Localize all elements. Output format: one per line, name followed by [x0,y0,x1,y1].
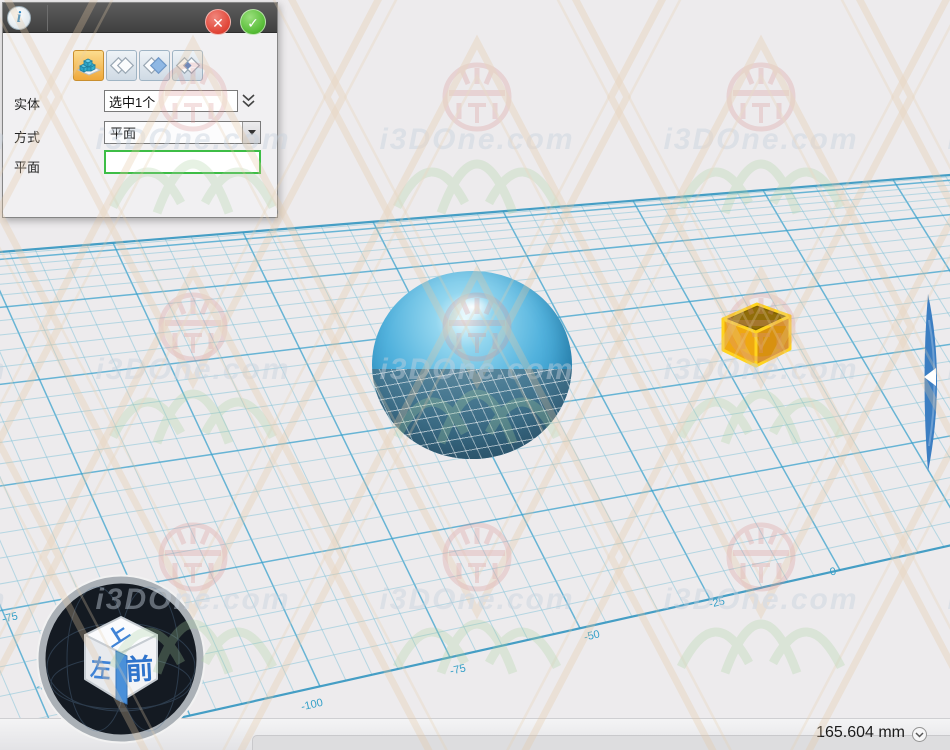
sphere-highlight [450,293,494,321]
dialog-header: i ✕ ✓ [3,3,277,33]
diamond-pair-dot-icon[interactable] [172,50,203,81]
measurement-readout: 165.604 mm [816,724,905,742]
diamond-pair-icon[interactable] [106,50,137,81]
method-dropdown-value: 平面 [105,123,242,142]
watermark-text: i3DOne.com [0,583,7,616]
axis-label: -75 [1,610,19,625]
watermark-text: i3DOne.com [663,123,858,156]
confirm-button[interactable]: ✓ [240,9,266,35]
seal-emblem [161,295,225,359]
mountains-mark [681,394,841,443]
mountains-mark [113,394,273,443]
cube-object[interactable] [712,296,802,376]
panel-flyout-tab[interactable] [916,290,948,476]
watermark-text: i3DOne.com [379,123,574,156]
view-navigation-cube[interactable]: 上 左 前 [33,571,209,747]
axis-label: -50 [583,628,601,643]
method-dropdown[interactable]: 平面 [104,121,261,144]
watermark-text: i3DOne.com [0,353,7,386]
header-separator [47,5,48,31]
cancel-button[interactable]: ✕ [205,9,231,35]
seal-emblem [445,525,509,589]
entity-input[interactable] [104,90,238,112]
diamond-pair-blue-icon[interactable] [139,50,170,81]
axis-label: -75 [449,662,467,677]
sphere-translucent-half [372,369,572,459]
mountains-mark [681,164,841,213]
dropdown-arrow-icon[interactable] [242,122,260,143]
axis-label: 0 [829,565,838,578]
stacked-cubes-icon[interactable] [73,50,104,81]
watermark-text: i3DOne.com [663,583,858,616]
sphere-object[interactable] [372,271,572,459]
field-label-method: 方式 [14,127,40,146]
command-dialog: i ✕ ✓ [2,2,278,218]
application-window: -75 -100 -100 -75 -50 -25 0 165.604 mm [0,0,950,750]
mountains-mark [397,164,557,213]
mountains-mark [397,624,557,673]
seal-emblem [445,65,509,129]
field-label-plane: 平面 [14,157,40,176]
mountains-mark [681,624,841,673]
watermark-text: i3DOne.com [95,353,290,386]
chevron-double-down-icon[interactable] [241,93,256,109]
seal-emblem [729,65,793,129]
plane-input[interactable] [104,150,261,174]
info-icon[interactable]: i [7,6,31,30]
selection-filter-toolbar [73,50,203,81]
axis-label: -100 [300,697,324,714]
units-dropdown-icon[interactable] [912,727,927,742]
nav-face-front[interactable]: 前 [125,652,155,685]
field-label-entity: 实体 [14,94,40,113]
seal-emblem [729,525,793,589]
nav-face-left[interactable]: 左 [89,655,112,684]
axis-label: -25 [708,595,726,610]
watermark-text: i3DOne.com [379,583,574,616]
